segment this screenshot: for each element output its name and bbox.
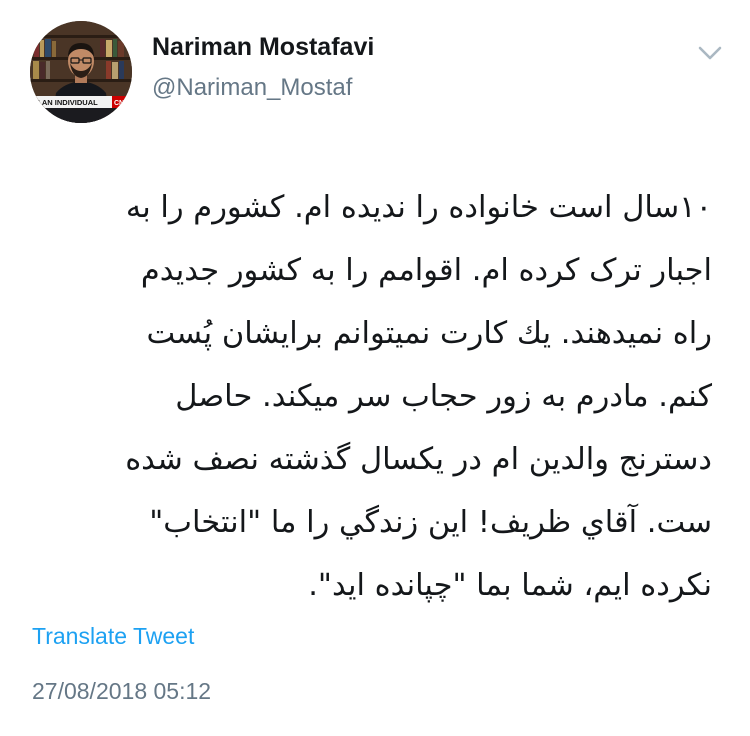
- author-handle[interactable]: @Nariman_Mostaf: [152, 73, 352, 103]
- avatar-logo: CNN: [114, 100, 129, 107]
- tweet-text-line: ست. آقاي ظريف! اين زندگي را ما "انتخاب": [149, 505, 712, 540]
- translate-tweet-link[interactable]: Translate Tweet: [32, 622, 194, 650]
- tweet-text-line: کنم. مادرم به زور حجاب سر ميکند. حاصل: [175, 379, 712, 414]
- avatar-caption: IS AN INDIVIDUAL: [33, 98, 98, 107]
- tweet-text-line: نکرده ايم، شما بما "چپانده ايد".: [308, 568, 712, 603]
- avatar[interactable]: IS AN INDIVIDUAL CNN: [30, 21, 132, 123]
- author-display-name[interactable]: Nariman Mostafavi: [152, 32, 374, 62]
- tweet-text-line: ۱۰سال است خانواده را نديده ام. کشورم را …: [125, 190, 712, 225]
- avatar-image: IS AN INDIVIDUAL CNN: [30, 21, 132, 123]
- tweet-text-line: اجبار ترک کرده ام. اقوامم را به کشور جدي…: [140, 253, 712, 288]
- tweet-text-line: راه نميدهند. يك كارت نميتوانم برايشان پُ…: [146, 316, 712, 351]
- tweet-menu-button[interactable]: [694, 40, 726, 66]
- tweet-timestamp[interactable]: 27/08/2018 05:12: [32, 677, 211, 705]
- tweet-text: ۱۰سال است خانواده را نديده ام. کشورم را …: [24, 176, 712, 617]
- chevron-down-icon: [698, 46, 722, 60]
- tweet-text-line: دسترنج والدين ام در يکسال گذشته نصف شده: [125, 442, 712, 477]
